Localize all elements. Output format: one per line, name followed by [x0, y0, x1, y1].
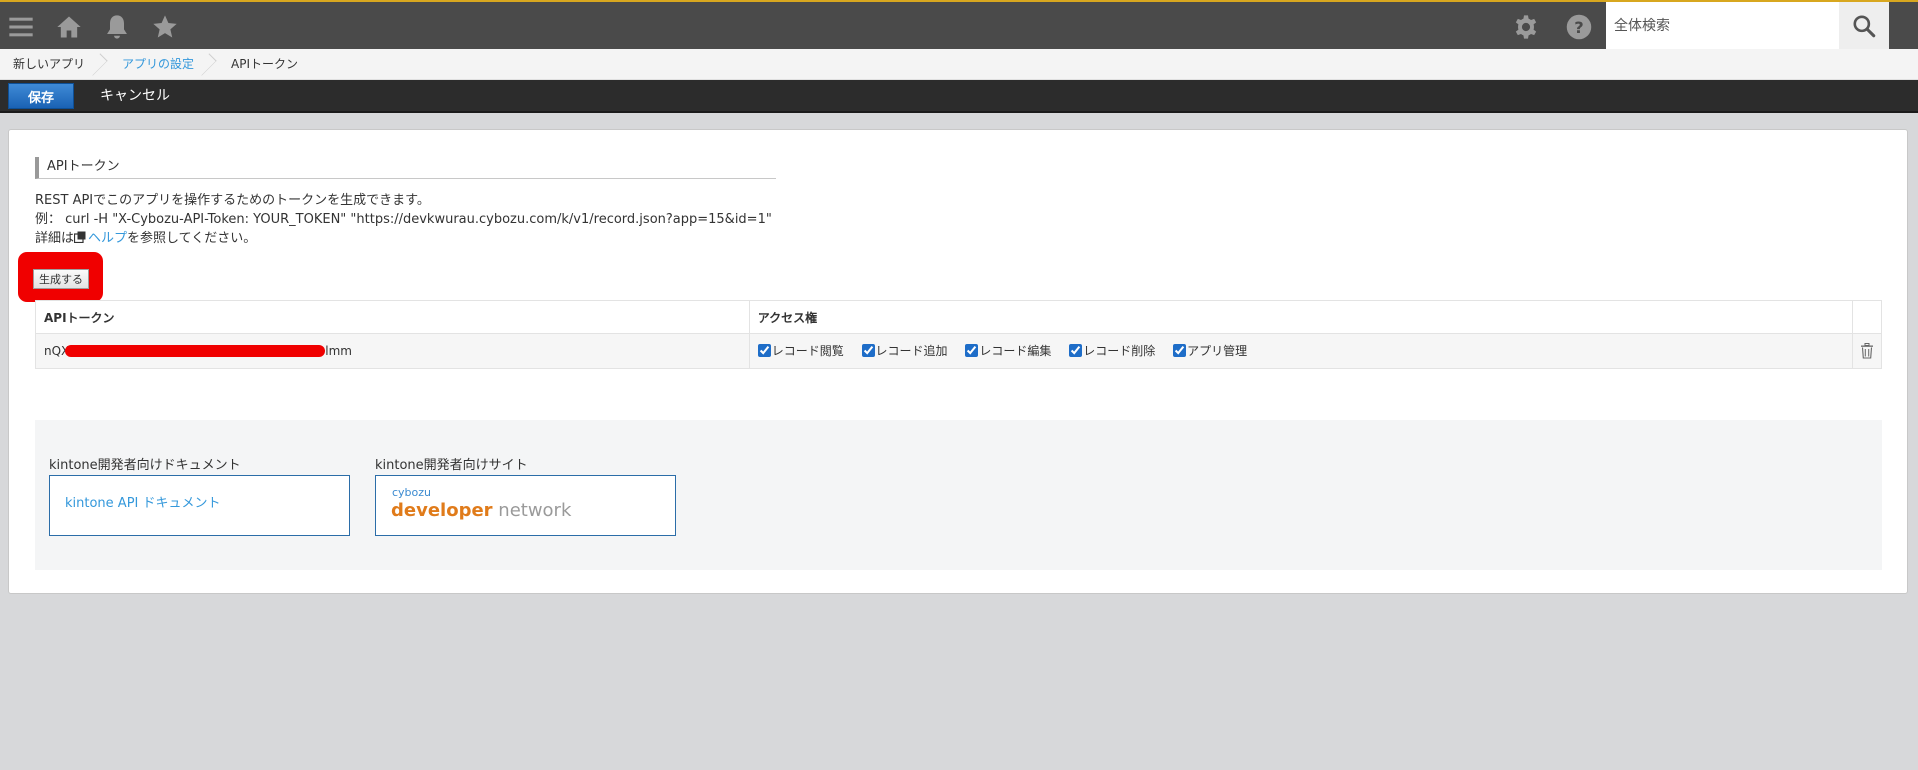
description-line-3: 詳細は ヘルプを参照してください。: [35, 227, 256, 246]
permission-delete-checkbox[interactable]: [1069, 344, 1083, 357]
brand-cybozu: cybozu: [392, 486, 432, 499]
bell-icon[interactable]: [102, 12, 132, 42]
developer-resources: kintone開発者向けドキュメント kintone API ドキュメント ki…: [35, 420, 1882, 570]
save-button[interactable]: 保存: [8, 83, 74, 109]
action-toolbar: 保存 キャンセル: [0, 80, 1918, 113]
global-search-field[interactable]: [1606, 2, 1839, 49]
permission-edit[interactable]: レコード編集: [965, 342, 1051, 359]
cancel-button[interactable]: キャンセル: [100, 84, 170, 108]
delete-token-button[interactable]: [1853, 343, 1881, 359]
description-line-2: 例： curl -H "X-Cybozu-API-Token: YOUR_TOK…: [35, 212, 772, 227]
settings-panel: APIトークン REST APIでこのアプリを操作するためのトークンを生成できま…: [8, 129, 1908, 594]
brand-logo: developer network: [391, 500, 572, 521]
search-input[interactable]: [1606, 2, 1839, 49]
star-icon[interactable]: [150, 12, 180, 42]
token-cell: nQX lmm: [35, 333, 750, 369]
table-row: nQX lmm レコード閲覧 レコード追加 レコード編集 レコード削除 アプリ管理: [35, 333, 1882, 369]
kintone-api-doc-link[interactable]: kintone API ドキュメント: [49, 475, 350, 536]
section-title: APIトークン: [35, 157, 776, 179]
gear-icon[interactable]: [1511, 12, 1541, 42]
developer-network-link[interactable]: cybozu developer network: [375, 475, 676, 536]
breadcrumb: 新しいアプリ アプリの設定 APIトークン: [0, 49, 1918, 80]
breadcrumb-app-settings[interactable]: アプリの設定: [109, 49, 218, 80]
permission-edit-checkbox[interactable]: [965, 344, 979, 357]
api-token-table: APIトークン アクセス権 nQX lmm レコード閲覧 レコード追加 レコード編…: [35, 300, 1882, 369]
redaction-mark: [65, 345, 326, 357]
search-button[interactable]: [1839, 2, 1889, 49]
description-line-1: REST APIでこのアプリを操作するためのトークンを生成できます。: [35, 193, 430, 208]
external-link-icon: [74, 231, 86, 243]
permission-view-checkbox[interactable]: [757, 344, 771, 357]
help-icon[interactable]: ?: [1564, 12, 1594, 42]
search-icon: [1853, 14, 1876, 37]
site-label: kintone開発者向けサイト: [375, 458, 528, 473]
column-header-token: APIトークン: [35, 300, 750, 334]
trash-icon: [1861, 343, 1873, 359]
menu-icon[interactable]: [6, 12, 36, 42]
generate-token-button[interactable]: 生成する: [33, 269, 89, 289]
description-suffix: を参照してください。: [127, 231, 257, 246]
doc-label: kintone開発者向けドキュメント: [49, 458, 241, 473]
help-link[interactable]: ヘルプ: [88, 231, 127, 246]
doc-link-text: kintone API ドキュメント: [65, 496, 221, 511]
column-header-access: アクセス権: [748, 300, 1854, 334]
permission-delete[interactable]: レコード削除: [1069, 342, 1155, 359]
permission-app-admin-checkbox[interactable]: [1173, 344, 1187, 357]
home-icon[interactable]: [54, 12, 84, 42]
svg-text:?: ?: [1574, 18, 1583, 37]
token-end: lmm: [325, 344, 352, 358]
permissions-cell: レコード閲覧 レコード追加 レコード編集 レコード削除 アプリ管理: [748, 333, 1854, 369]
column-header-actions: [1852, 300, 1882, 334]
description-prefix: 詳細は: [35, 231, 75, 246]
permission-view[interactable]: レコード閲覧: [757, 342, 844, 359]
actions-cell: [1852, 333, 1882, 369]
breadcrumb-app[interactable]: 新しいアプリ: [0, 49, 109, 80]
global-header: ?: [0, 0, 1918, 49]
breadcrumb-api-token: APIトークン: [231, 56, 299, 71]
permission-add-checkbox[interactable]: [861, 344, 875, 357]
permission-add[interactable]: レコード追加: [861, 342, 948, 359]
permission-app-admin[interactable]: アプリ管理: [1173, 342, 1247, 359]
